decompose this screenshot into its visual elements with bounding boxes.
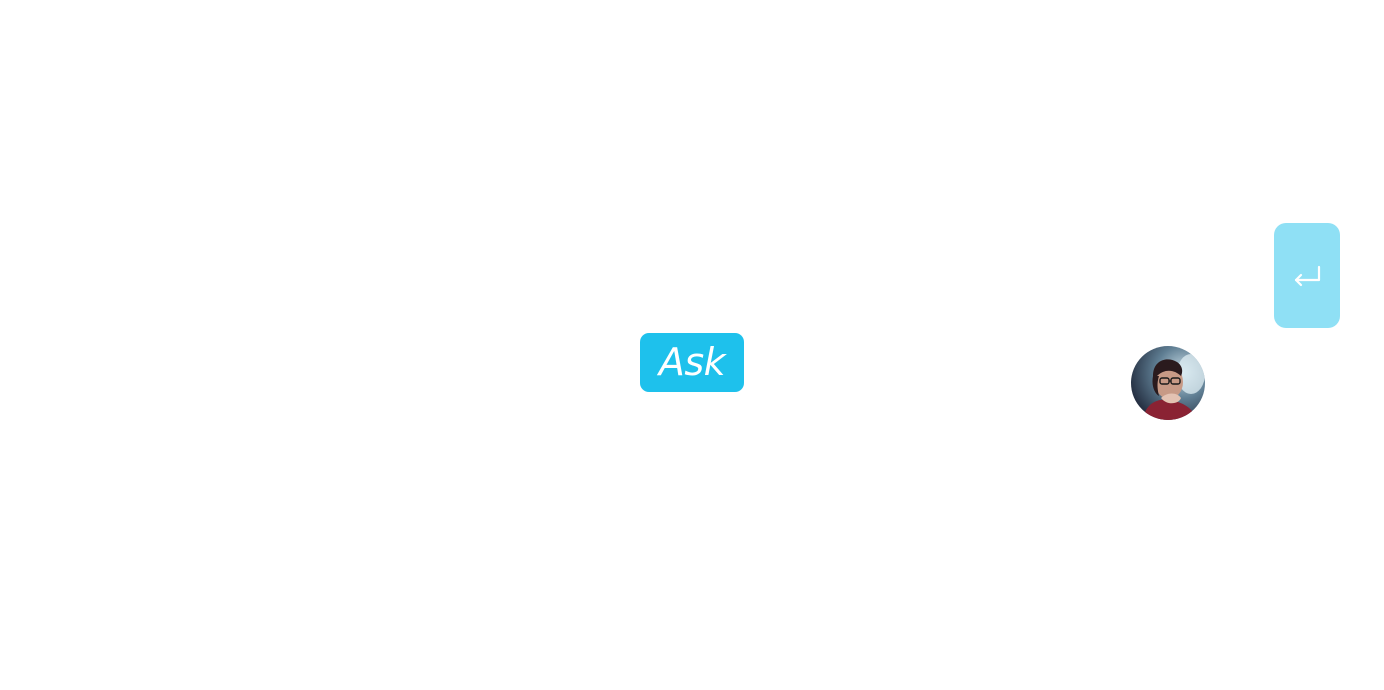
chat-canvas: Ask	[0, 0, 1384, 690]
enter-return-icon	[1292, 265, 1322, 287]
ask-button[interactable]: Ask	[640, 333, 744, 392]
enter-button[interactable]	[1274, 223, 1340, 328]
avatar	[1131, 346, 1205, 420]
ask-button-label: Ask	[658, 339, 726, 384]
avatar-photo	[1131, 346, 1205, 420]
